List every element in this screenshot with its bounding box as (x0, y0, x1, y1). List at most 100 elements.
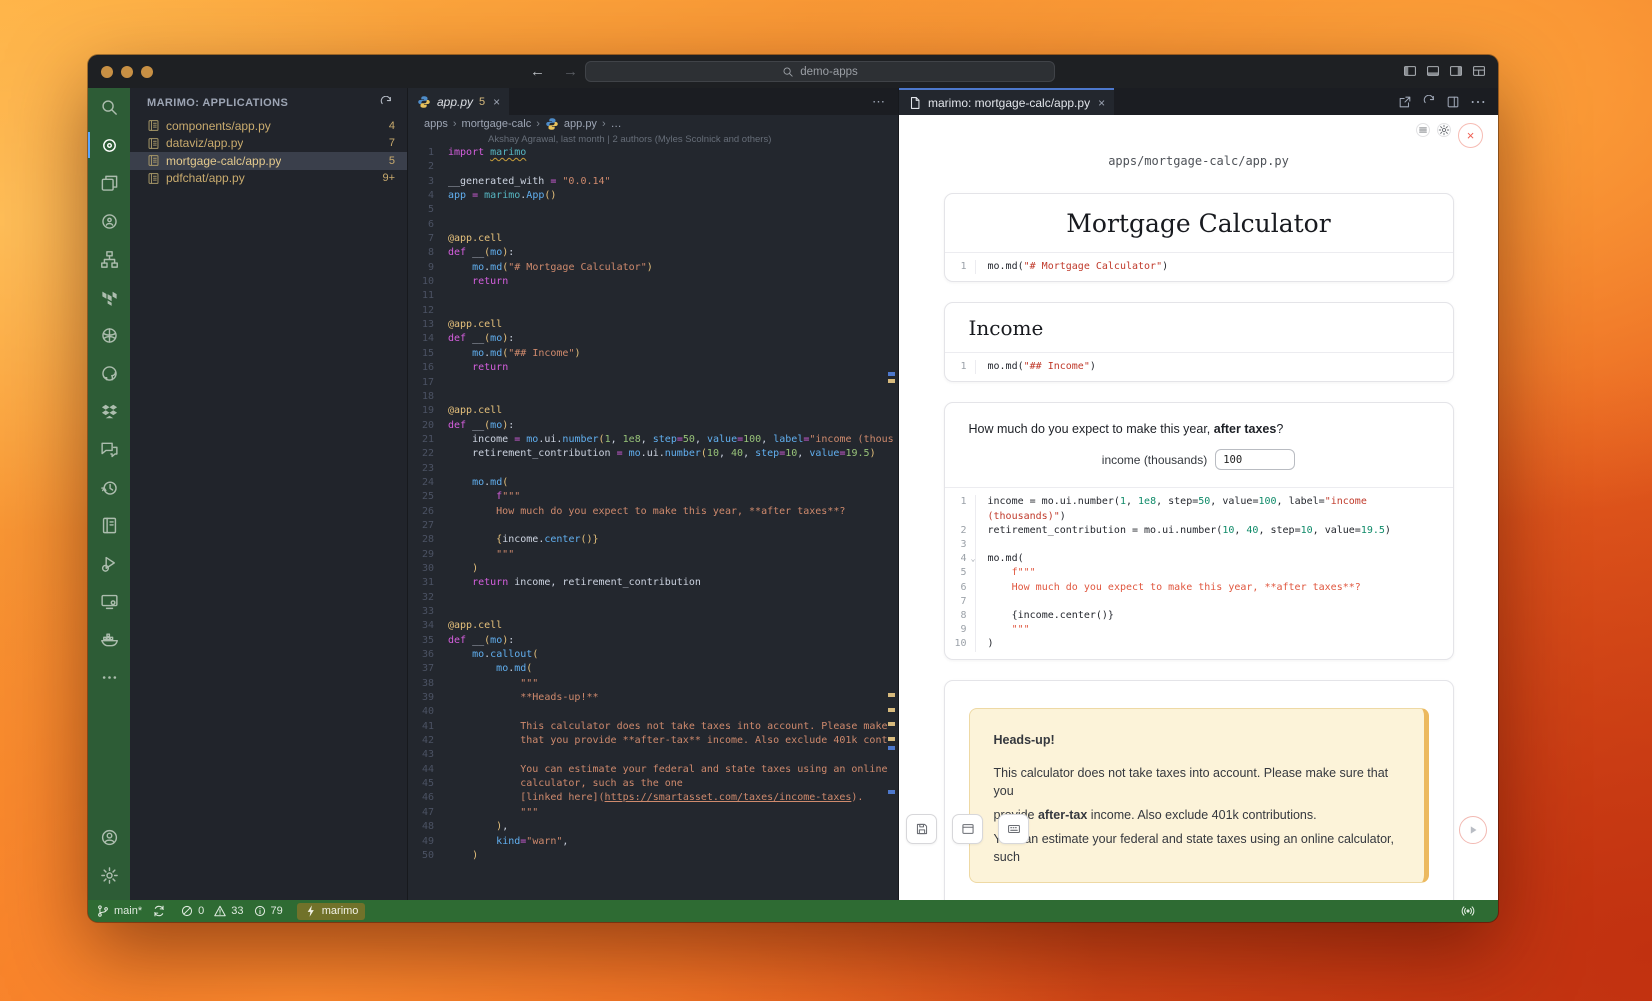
code-line[interactable]: 42 that you provide **after-tax** income… (408, 734, 898, 748)
broadcast-icon[interactable] (1461, 904, 1475, 918)
code-line[interactable]: 29 """ (408, 548, 898, 562)
breadcrumb-item[interactable]: … (611, 118, 622, 130)
code-line[interactable]: 5 (408, 203, 898, 217)
tests-icon[interactable] (88, 544, 130, 582)
close-window-button[interactable] (101, 66, 113, 78)
run-cell-button[interactable] (1459, 816, 1487, 844)
account-icon[interactable] (88, 818, 130, 856)
sidebar-item-components-app-py[interactable]: components/app.py4 (130, 117, 407, 135)
cell-code-line[interactable]: 6 How much do you expect to make this ye… (945, 581, 1445, 595)
code-line[interactable]: 17 (408, 376, 898, 390)
shutdown-close-icon[interactable]: × (1458, 123, 1483, 148)
cell-code-line[interactable]: (thousands)") (945, 510, 1445, 524)
more-icon[interactable] (88, 658, 130, 696)
code-line[interactable]: 8def __(mo): (408, 246, 898, 260)
code-line[interactable]: 33 (408, 605, 898, 619)
code-editor[interactable]: Akshay Agrawal, last month | 2 authors (… (408, 133, 898, 900)
code-line[interactable]: 37 mo.md( (408, 662, 898, 676)
code-line[interactable]: 48 ), (408, 820, 898, 834)
comments-icon[interactable] (88, 430, 130, 468)
sphere-icon[interactable] (88, 316, 130, 354)
problems-item[interactable]: 0 33 79 (180, 904, 283, 918)
code-line[interactable]: 10 return (408, 275, 898, 289)
income-number-input[interactable] (1215, 449, 1295, 470)
toggle-primary-sidebar-icon[interactable] (1403, 64, 1417, 78)
close-tab-icon[interactable]: × (493, 95, 500, 109)
sidebar-item-mortgage-calc-app-py[interactable]: mortgage-calc/app.py5 (130, 152, 407, 170)
menu-hamburger-icon[interactable] (1416, 123, 1430, 137)
marimo-status-item[interactable]: marimo (297, 903, 366, 920)
cell-code-line[interactable]: 2retirement_contribution = mo.ui.number(… (945, 524, 1445, 538)
breadcrumb-item[interactable]: app.py (564, 118, 597, 130)
cell-code[interactable]: 1income = mo.ui.number(1, 1e8, step=50, … (945, 488, 1453, 658)
code-line[interactable]: 11 (408, 289, 898, 303)
cell-code-line[interactable]: 1mo.md("# Mortgage Calculator") (945, 260, 1445, 274)
git-branch-item[interactable]: main* (96, 904, 166, 918)
code-line[interactable]: 1import marimo (408, 146, 898, 160)
github-icon[interactable] (88, 354, 130, 392)
code-line[interactable]: 9 mo.md("# Mortgage Calculator") (408, 261, 898, 275)
cell-code-line[interactable]: 9 """ (945, 623, 1445, 637)
command-center-search[interactable]: demo-apps (585, 61, 1055, 82)
notebook-icon[interactable] (88, 506, 130, 544)
cell-code[interactable]: 1mo.md("## Income") (945, 353, 1453, 381)
toggle-panel-icon[interactable] (1426, 64, 1440, 78)
code-line[interactable]: 15 mo.md("## Income") (408, 347, 898, 361)
cell-code[interactable]: 1mo.md("# Mortgage Calculator") (945, 253, 1453, 281)
code-line[interactable]: 50 ) (408, 849, 898, 863)
code-line[interactable]: 19@app.cell (408, 404, 898, 418)
code-line[interactable]: 46 [linked here](https://smartasset.com/… (408, 791, 898, 805)
code-line[interactable]: 2 (408, 160, 898, 174)
search-icon[interactable] (88, 88, 130, 126)
cell-code-line[interactable]: 8 {income.center()} (945, 609, 1445, 623)
org-chart-icon[interactable] (88, 240, 130, 278)
code-line[interactable]: 27 (408, 519, 898, 533)
tab-app-py[interactable]: app.py 5 × (408, 88, 509, 115)
code-line[interactable]: 30 ) (408, 562, 898, 576)
refresh-icon[interactable] (379, 96, 393, 110)
code-line[interactable]: 43 (408, 748, 898, 762)
cell-code-line[interactable]: 1mo.md("## Income") (945, 360, 1445, 374)
zoom-window-button[interactable] (141, 66, 153, 78)
cell-code-line[interactable]: 7 (945, 595, 1445, 609)
code-line[interactable]: 39 **Heads-up!** (408, 691, 898, 705)
code-line[interactable]: 4app = marimo.App() (408, 189, 898, 203)
settings-icon[interactable] (88, 856, 130, 894)
code-line[interactable]: 14def __(mo): (408, 332, 898, 346)
keyboard-shortcuts-button[interactable] (998, 814, 1029, 844)
navigate-forward-icon[interactable]: → (563, 63, 578, 80)
code-line[interactable]: 3__generated_with = "0.0.14" (408, 175, 898, 189)
code-line[interactable]: 6 (408, 218, 898, 232)
cell-code-line[interactable]: 3 (945, 538, 1445, 552)
reload-preview-icon[interactable] (1422, 95, 1436, 109)
remote-icon[interactable] (88, 582, 130, 620)
code-line[interactable]: 32 (408, 591, 898, 605)
code-line[interactable]: 25 f""" (408, 490, 898, 504)
code-line[interactable]: 40 (408, 705, 898, 719)
code-line[interactable]: 20def __(mo): (408, 419, 898, 433)
cell-code-line[interactable]: 5 f""" (945, 566, 1445, 580)
marimo-icon[interactable] (88, 126, 130, 164)
breadcrumb-item[interactable]: apps (424, 118, 448, 130)
open-external-icon[interactable] (1398, 95, 1412, 109)
overview-ruler[interactable] (884, 88, 898, 900)
cell-code-line[interactable]: 10) (945, 637, 1445, 651)
fold-chevron-icon[interactable]: ⌄ (971, 552, 976, 566)
duplicate-icon[interactable] (88, 164, 130, 202)
customize-layout-icon[interactable] (1472, 64, 1486, 78)
app-settings-gear-icon[interactable] (1437, 123, 1451, 137)
breadcrumb-item[interactable]: mortgage-calc (462, 118, 532, 130)
code-line[interactable]: 36 mo.callout( (408, 648, 898, 662)
code-line[interactable]: 31 return income, retirement_contributio… (408, 576, 898, 590)
docker-icon[interactable] (88, 620, 130, 658)
history-icon[interactable] (88, 468, 130, 506)
code-line[interactable]: 44 You can estimate your federal and sta… (408, 763, 898, 777)
tab-marimo-preview[interactable]: marimo: mortgage-calc/app.py × (899, 88, 1114, 115)
code-line[interactable]: 12 (408, 304, 898, 318)
minimize-window-button[interactable] (121, 66, 133, 78)
cell-code-line[interactable]: 4⌄mo.md( (945, 552, 1445, 566)
close-tab-icon[interactable]: × (1098, 96, 1105, 110)
code-line[interactable]: 24 mo.md( (408, 476, 898, 490)
code-line[interactable]: 49 kind="warn", (408, 835, 898, 849)
sidebar-item-dataviz-app-py[interactable]: dataviz/app.py7 (130, 135, 407, 153)
